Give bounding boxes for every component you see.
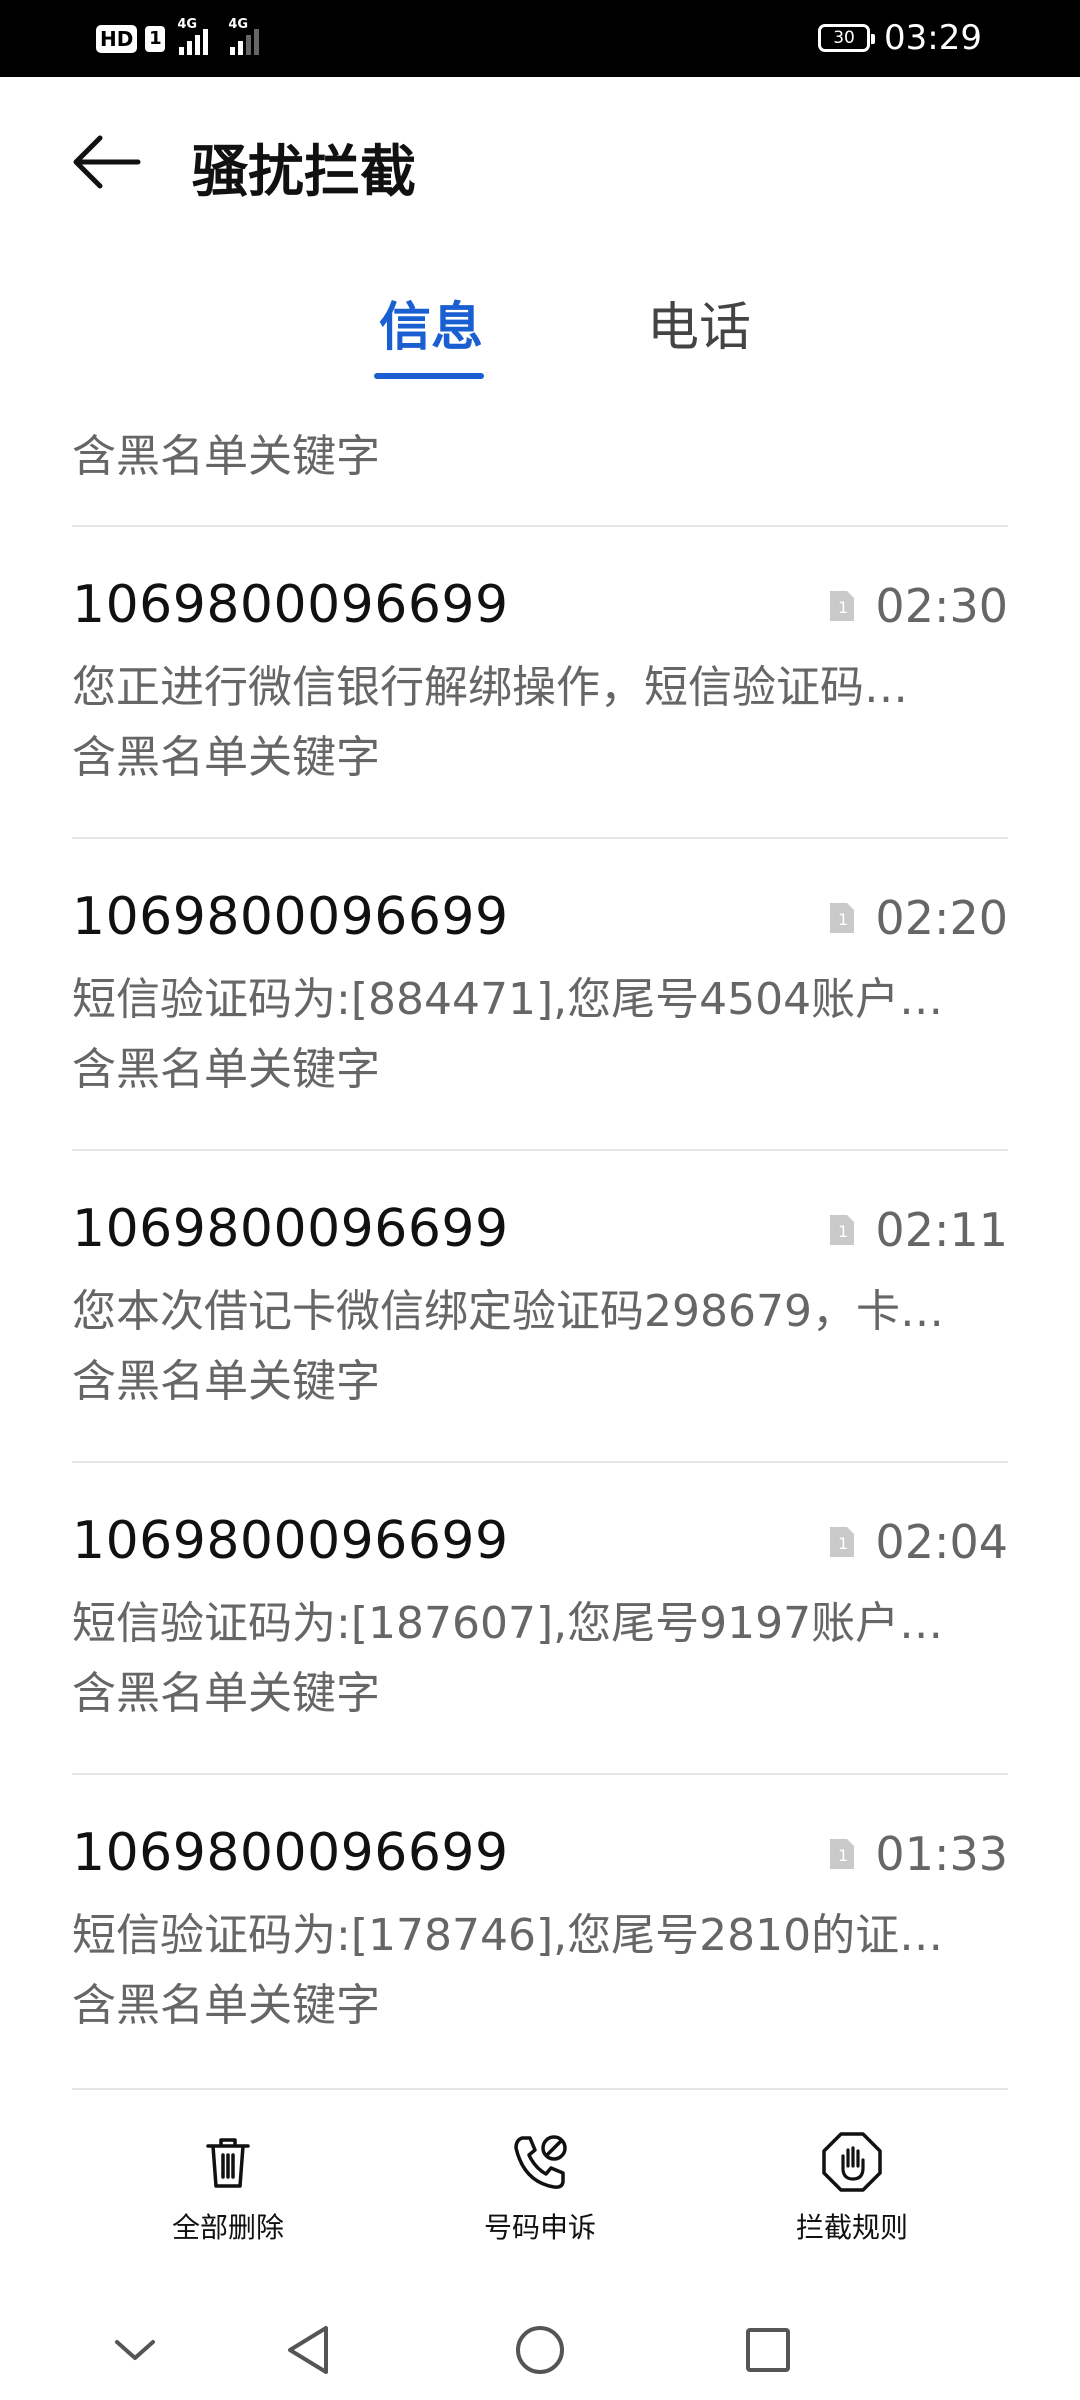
tab-messages[interactable]: 信息 <box>366 285 496 360</box>
sim-card-icon: 1 <box>830 1839 854 1869</box>
svg-text:1: 1 <box>838 1846 848 1865</box>
back-button[interactable] <box>62 117 152 207</box>
sender-number: 1069800096699 <box>72 1511 509 1571</box>
block-rules-button[interactable]: 拦截规则 <box>752 2130 952 2246</box>
battery-icon: 30 <box>818 24 876 52</box>
list-item[interactable]: 1069800096699 1 02:30 您正进行微信银行解绑操作，短信验证码… <box>72 525 1008 837</box>
number-appeal-button[interactable]: 号码申诉 <box>440 2130 640 2246</box>
hd-badge: HD <box>96 25 138 53</box>
page-title: 骚扰拦截 <box>192 140 416 205</box>
system-nav-bar <box>0 2290 1080 2400</box>
svg-text:1: 1 <box>838 598 848 617</box>
signal-icon-2: 4G <box>228 17 260 55</box>
block-reason: 含黑名单关键字 <box>72 1044 380 1095</box>
status-left: HD 1 4G 4G <box>96 17 260 58</box>
message-preview: 短信验证码为:[884471],您尾号4504账户… <box>72 974 944 1025</box>
message-time: 02:30 <box>875 579 1008 633</box>
sim-card-icon: 1 <box>830 903 854 933</box>
trash-icon <box>206 2138 250 2188</box>
message-preview: 短信验证码为:[178746],您尾号2810的证… <box>72 1910 944 1961</box>
message-time: 02:11 <box>875 1203 1008 1257</box>
message-time: 01:33 <box>875 1827 1008 1881</box>
sim-card-icon: 1 <box>830 1527 854 1557</box>
sim-card-icon: 1 <box>830 591 854 621</box>
message-time: 02:04 <box>875 1515 1008 1569</box>
sender-number: 1069800096699 <box>72 1823 509 1883</box>
back-arrow-icon <box>73 135 141 189</box>
list-item[interactable]: 1069800096699 1 02:11 您本次借记卡微信绑定验证码29867… <box>72 1149 1008 1461</box>
list-item-partial[interactable]: 含黑名单关键字 <box>72 400 1008 525</box>
network-type-label-2: 4G <box>228 17 249 32</box>
block-reason: 含黑名单关键字 <box>72 1668 380 1719</box>
delete-all-button[interactable]: 全部删除 <box>128 2130 328 2246</box>
circle-home-icon <box>516 2326 564 2374</box>
sender-number: 1069800096699 <box>72 575 509 635</box>
block-reason: 含黑名单关键字 <box>72 1980 380 2031</box>
nav-collapse-button[interactable] <box>95 2310 175 2390</box>
square-recents-icon <box>746 2328 790 2372</box>
chevron-down-icon <box>115 2340 155 2360</box>
block-reason: 含黑名单关键字 <box>72 1356 380 1407</box>
nav-back-button[interactable] <box>268 2310 348 2390</box>
tab-bar: 信息 电话 <box>0 285 1080 395</box>
battery-level: 30 <box>833 28 855 48</box>
triangle-back-icon <box>288 2326 328 2374</box>
app-root: HD 1 4G 4G 30 03:29 骚扰拦截 信息 电话 含黑名单关键字 1… <box>0 0 1080 2400</box>
message-preview: 您本次借记卡微信绑定验证码298679，卡… <box>72 1286 944 1337</box>
block-reason: 含黑名单关键字 <box>72 431 380 482</box>
tab-calls[interactable]: 电话 <box>634 285 764 360</box>
svg-text:1: 1 <box>838 1222 848 1241</box>
delete-all-label: 全部删除 <box>171 2211 284 2244</box>
list-item[interactable]: 1069800096699 1 01:33 短信验证码为:[178746],您尾… <box>72 1773 1008 2085</box>
bottom-action-bar: 全部删除 号码申诉 拦截规则 <box>0 2110 1080 2280</box>
network-type-label: 4G <box>177 17 198 32</box>
blocked-message-list: 含黑名单关键字 1069800096699 1 02:30 您正进行微信银行解绑… <box>72 400 1008 2085</box>
number-appeal-label: 号码申诉 <box>483 2211 596 2244</box>
block-reason: 含黑名单关键字 <box>72 732 380 783</box>
active-tab-indicator <box>374 373 484 379</box>
message-time: 02:20 <box>875 891 1008 945</box>
nav-recents-button[interactable] <box>728 2310 808 2390</box>
sender-number: 1069800096699 <box>72 1199 509 1259</box>
list-item[interactable]: 1069800096699 1 02:04 短信验证码为:[187607],您尾… <box>72 1461 1008 1773</box>
list-divider <box>72 2088 1008 2090</box>
status-right: 30 03:29 <box>818 18 982 58</box>
status-time: 03:29 <box>884 18 982 58</box>
signal-icon: 4G <box>177 17 209 55</box>
status-bar: HD 1 4G 4G 30 03:29 <box>0 0 1080 77</box>
sim-card-icon: 1 <box>830 1215 854 1245</box>
svg-text:1: 1 <box>838 1534 848 1553</box>
sim-badge: 1 <box>145 26 166 52</box>
nav-home-button[interactable] <box>500 2310 580 2390</box>
list-item[interactable]: 1069800096699 1 02:20 短信验证码为:[884471],您尾… <box>72 837 1008 1149</box>
message-preview: 短信验证码为:[187607],您尾号9197账户… <box>72 1598 944 1649</box>
block-rules-label: 拦截规则 <box>795 2211 908 2244</box>
stop-hand-icon <box>822 2132 882 2192</box>
sender-number: 1069800096699 <box>72 887 509 947</box>
svg-text:1: 1 <box>838 910 848 929</box>
phone-appeal-icon <box>514 2135 567 2189</box>
message-preview: 您正进行微信银行解绑操作，短信验证码… <box>72 662 908 713</box>
app-header: 骚扰拦截 <box>0 77 1080 252</box>
